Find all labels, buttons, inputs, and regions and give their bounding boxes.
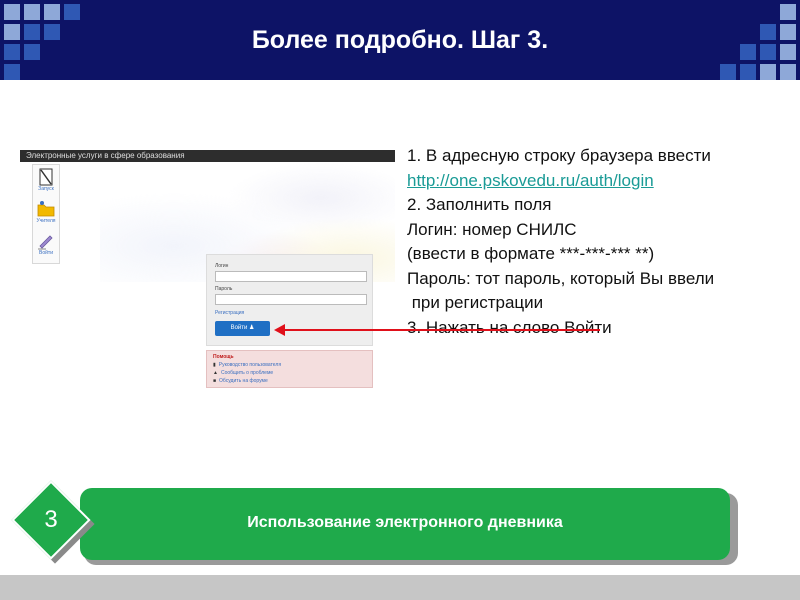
- slide-title: Более подробно. Шаг 3.: [251, 26, 549, 54]
- login-url-link[interactable]: http://one.pskovedu.ru/auth/login: [407, 171, 654, 190]
- chat-icon: ■: [213, 378, 217, 384]
- sidebar-item-start[interactable]: Запуск: [33, 165, 59, 195]
- help-panel: Помощь ▮ Руководство пользователя ▲ Сообщи…: [206, 350, 373, 388]
- login-label: Логин: [215, 263, 229, 269]
- header-banner: Более подробно. Шаг 3.: [0, 0, 800, 80]
- help-link-manual[interactable]: ▮ Руководство пользователя: [213, 362, 281, 368]
- login-form: Логин Пароль Регистрация Войти ♟: [206, 254, 373, 346]
- pen-icon: [38, 235, 53, 250]
- step-number: 3: [44, 506, 58, 533]
- portal-title-bar: Электронные услуги в сфере образования: [20, 150, 395, 162]
- arrow-left-icon: [274, 324, 285, 336]
- password-label: Пароль: [215, 286, 233, 292]
- password-input[interactable]: [215, 294, 367, 305]
- sidebar-item-login[interactable]: Войти: [33, 229, 59, 259]
- instruction-line: Логин: номер СНИЛС: [407, 219, 577, 239]
- book-icon: ▮: [213, 362, 216, 368]
- help-link-report[interactable]: ▲ Сообщить о проблеме: [213, 370, 273, 376]
- sidebar-item-label: Войти: [39, 250, 53, 256]
- instruction-line: (ввести в формате ***-***-*** **): [407, 244, 655, 263]
- document-icon: [39, 168, 53, 186]
- instructions-text: 1. В адресную строку браузера ввести htt…: [407, 144, 797, 340]
- warning-icon: ▲: [213, 370, 218, 376]
- portal-sidebar: Запуск Учителя Войти: [32, 164, 60, 264]
- step-banner-text: Использование электронного дневника: [247, 514, 563, 531]
- instruction-line: Пароль: тот пароль, который Вы ввели: [407, 268, 715, 288]
- footer-bar: [0, 575, 800, 600]
- sidebar-item-label: Запуск: [38, 186, 54, 192]
- help-title: Помощь: [213, 354, 234, 360]
- instruction-line: 1. В адресную строку браузера ввести: [407, 146, 711, 165]
- instruction-line: при регистрации: [407, 293, 544, 312]
- instruction-line: 2. Заполнить поля: [407, 195, 552, 214]
- sidebar-item-label: Учителя: [36, 218, 56, 224]
- instruction-line: 3. Нажать на слово Войти: [407, 317, 612, 337]
- login-input[interactable]: [215, 271, 367, 282]
- pointer-arrow-line: [284, 329, 600, 331]
- folder-icon: [37, 201, 55, 217]
- help-link-forum[interactable]: ■ Обсудить на форуме: [213, 378, 268, 384]
- help-link-label: Обсудить на форуме: [219, 378, 268, 384]
- register-link[interactable]: Регистрация: [215, 310, 244, 316]
- help-link-label: Сообщить о проблеме: [220, 370, 274, 376]
- portal-screenshot: Электронные услуги в сфере образования З…: [20, 150, 395, 395]
- help-link-label: Руководство пользователя: [218, 362, 282, 368]
- login-button[interactable]: Войти ♟: [215, 321, 270, 336]
- sidebar-item-teachers[interactable]: Учителя: [33, 197, 59, 227]
